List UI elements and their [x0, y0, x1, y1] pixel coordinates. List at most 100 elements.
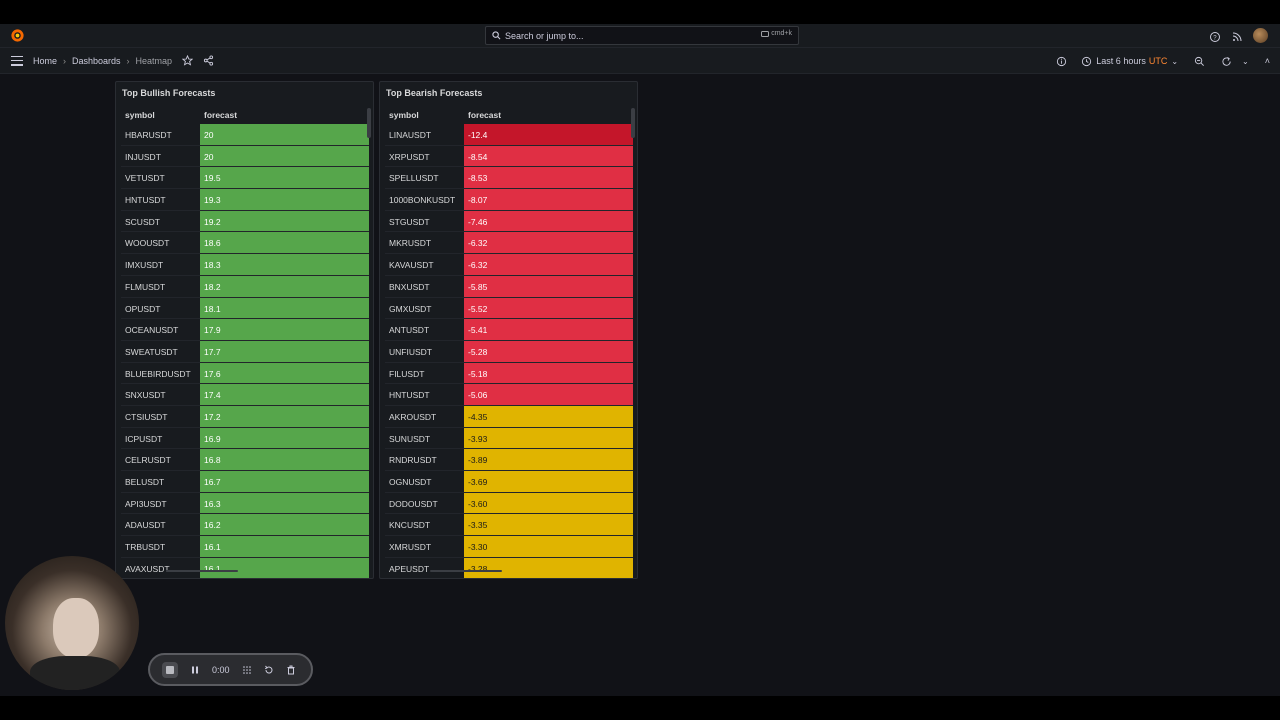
grafana-logo-icon[interactable]: [10, 28, 25, 43]
table-row[interactable]: AVAXUSDT 16.1: [121, 557, 369, 578]
table-row[interactable]: BLUEBIRDUSDT 17.6: [121, 362, 369, 385]
table-row[interactable]: OPUSDT 18.1: [121, 297, 369, 320]
table-row[interactable]: CTSIUSDT 17.2: [121, 405, 369, 428]
table-row[interactable]: SCUSDT 19.2: [121, 210, 369, 233]
table-row[interactable]: OGNUSDT -3.69: [385, 471, 633, 493]
webcam-overlay: [5, 556, 139, 690]
forecast-cell: 17.9: [200, 319, 369, 340]
horizontal-scrollbar[interactable]: [430, 570, 502, 572]
symbol-cell: KNCUSDT: [389, 520, 431, 531]
column-header-symbol[interactable]: symbol: [389, 110, 419, 120]
pause-icon[interactable]: [190, 665, 200, 675]
table-row[interactable]: AKROUSDT -4.35: [385, 405, 633, 428]
refresh-interval-chevron-icon[interactable]: ⌄: [1242, 57, 1249, 66]
table-row[interactable]: FILUSDT -5.18: [385, 362, 633, 385]
table-row[interactable]: APEUSDT -3.28: [385, 557, 633, 578]
table-row[interactable]: HNTUSDT 19.3: [121, 189, 369, 211]
forecast-cell: 19.2: [200, 210, 369, 232]
forecast-cell: -3.30: [464, 536, 633, 557]
star-icon[interactable]: [182, 55, 194, 66]
table-row[interactable]: ANTUSDT -5.41: [385, 319, 633, 341]
table-row[interactable]: RNDRUSDT -3.89: [385, 449, 633, 471]
table-row[interactable]: HBARUSDT 20: [121, 124, 369, 146]
stop-recording-button[interactable]: [162, 661, 178, 678]
search-shortcut: cmd+k: [761, 30, 792, 37]
svg-text:?: ?: [1213, 35, 1217, 41]
symbol-cell: BNXUSDT: [389, 281, 430, 292]
table-row[interactable]: LINAUSDT -12.4: [385, 124, 633, 146]
forecast-cell: -3.69: [464, 471, 633, 492]
help-icon[interactable]: ?: [1209, 30, 1221, 42]
chevron-right-icon: ›: [63, 55, 67, 66]
table-row[interactable]: HNTUSDT -5.06: [385, 384, 633, 406]
menu-icon[interactable]: [11, 55, 23, 66]
table-row[interactable]: SNXUSDT 17.4: [121, 384, 369, 406]
panel-title: Top Bullish Forecasts: [122, 88, 216, 98]
table-row[interactable]: SUNUSDT -3.93: [385, 427, 633, 450]
symbol-cell: STGUSDT: [389, 216, 430, 227]
search-bar[interactable]: Search or jump to... cmd+k: [485, 26, 799, 45]
info-icon[interactable]: [1056, 56, 1067, 67]
table-row[interactable]: INJUSDT 20: [121, 145, 369, 168]
refresh-icon[interactable]: [1221, 56, 1232, 67]
table-row[interactable]: XRPUSDT -8.54: [385, 145, 633, 168]
table-row[interactable]: API3USDT 16.3: [121, 492, 369, 515]
table-row[interactable]: STGUSDT -7.46: [385, 210, 633, 233]
table-row[interactable]: MKRUSDT -6.32: [385, 232, 633, 255]
rss-icon[interactable]: [1231, 30, 1243, 42]
vertical-scrollbar[interactable]: [631, 108, 635, 138]
horizontal-scrollbar[interactable]: [166, 570, 238, 572]
table-row[interactable]: SPELLUSDT -8.53: [385, 167, 633, 190]
column-header-forecast[interactable]: forecast: [204, 110, 237, 120]
forecast-cell: 16.1: [200, 557, 369, 578]
trash-icon[interactable]: [286, 665, 296, 675]
table-row[interactable]: ICPUSDT 16.9: [121, 427, 369, 450]
breadcrumb-home[interactable]: Home: [33, 56, 57, 66]
symbol-cell: ICPUSDT: [125, 433, 163, 444]
column-header-forecast[interactable]: forecast: [468, 110, 501, 120]
table-row[interactable]: GMXUSDT -5.52: [385, 297, 633, 320]
table-row[interactable]: IMXUSDT 18.3: [121, 254, 369, 276]
grid-icon[interactable]: [242, 665, 252, 675]
table-row[interactable]: WOOUSDT 18.6: [121, 232, 369, 255]
breadcrumb-dashboards[interactable]: Dashboards: [72, 56, 121, 66]
time-range-label: Last 6 hours: [1096, 56, 1146, 66]
forecast-cell: 16.1: [200, 536, 369, 557]
time-picker[interactable]: Last 6 hours UTC ⌄: [1081, 56, 1178, 67]
share-icon[interactable]: [203, 55, 214, 66]
collapse-chevron-up-icon[interactable]: ˄: [1265, 56, 1270, 66]
forecast-cell: 16.7: [200, 471, 369, 492]
restart-icon[interactable]: [264, 665, 274, 675]
forecast-cell: 16.2: [200, 514, 369, 536]
table-row[interactable]: 1000BONKUSDT -8.07: [385, 189, 633, 211]
forecast-cell: 20: [200, 124, 369, 145]
table-row[interactable]: UNFIUSDT -5.28: [385, 340, 633, 363]
vertical-scrollbar[interactable]: [367, 108, 371, 138]
table-row[interactable]: CELRUSDT 16.8: [121, 449, 369, 471]
forecast-cell: -4.35: [464, 405, 633, 427]
symbol-cell: GMXUSDT: [389, 303, 432, 314]
table-row[interactable]: OCEANUSDT 17.9: [121, 319, 369, 341]
forecast-cell: -5.28: [464, 340, 633, 362]
symbol-cell: VETUSDT: [125, 173, 165, 184]
user-avatar[interactable]: [1253, 28, 1268, 43]
table-row[interactable]: XMRUSDT -3.30: [385, 536, 633, 558]
forecast-cell: -3.93: [464, 427, 633, 449]
table-row[interactable]: TRBUSDT 16.1: [121, 536, 369, 558]
table-row[interactable]: BNXUSDT -5.85: [385, 275, 633, 298]
symbol-cell: SUNUSDT: [389, 433, 431, 444]
column-header-symbol[interactable]: symbol: [125, 110, 155, 120]
table-row[interactable]: BELUSDT 16.7: [121, 471, 369, 493]
table-row[interactable]: ADAUSDT 16.2: [121, 514, 369, 537]
table-row[interactable]: VETUSDT 19.5: [121, 167, 369, 190]
table-row[interactable]: SWEATUSDT 17.7: [121, 340, 369, 363]
symbol-cell: INJUSDT: [125, 151, 161, 162]
forecast-cell: 16.9: [200, 427, 369, 449]
table-row[interactable]: FLMUSDT 18.2: [121, 275, 369, 298]
table-row[interactable]: KNCUSDT -3.35: [385, 514, 633, 537]
zoom-out-icon[interactable]: [1194, 56, 1205, 67]
table-row[interactable]: DODOUSDT -3.60: [385, 492, 633, 515]
dashboard-navbar: Home › Dashboards › Heatmap Last 6 hours…: [0, 48, 1280, 74]
table-body: HBARUSDT 20 INJUSDT 20 VETUSDT 19.5 HNTUSDT 19.…: [121, 124, 369, 578]
table-row[interactable]: KAVAUSDT -6.32: [385, 254, 633, 276]
